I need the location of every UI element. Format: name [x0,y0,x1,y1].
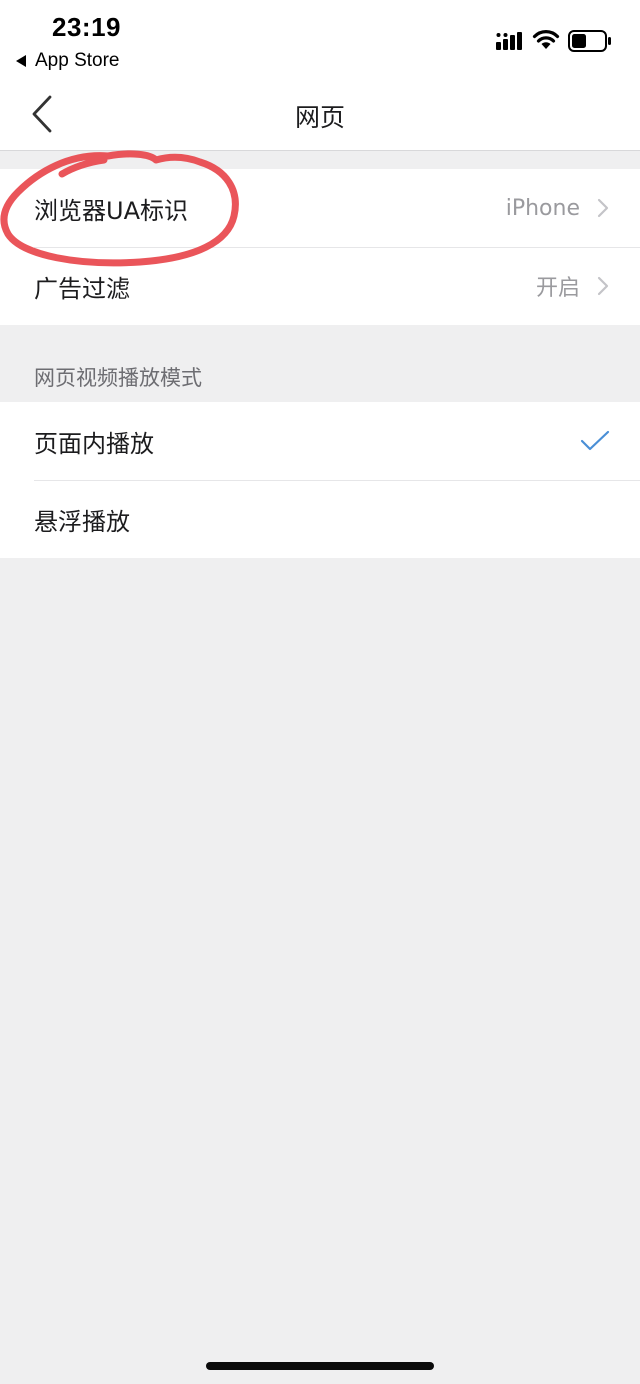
chevron-right-icon [597,198,609,218]
wifi-icon [532,30,560,49]
video-mode-section-header: 网页视频播放模式 [34,366,202,390]
back-to-app-link[interactable]: App Store [16,50,120,72]
video-mode-option-label: 悬浮播放 [34,507,130,536]
ua-setting-value: iPhone [505,195,580,221]
back-triangle-icon [16,55,26,67]
video-mode-option-floating[interactable]: 悬浮播放 [0,480,640,558]
settings-group: 浏览器UA标识 iPhone 广告过滤 开启 [0,169,640,325]
battery-icon [568,30,611,52]
checkmark-icon [580,430,610,451]
back-to-app-label: App Store [35,50,120,71]
status-bar: 23:19 App Store [0,0,640,82]
video-mode-group: 页面内播放 悬浮播放 [0,402,640,558]
adblock-setting-label: 广告过滤 [34,274,130,303]
signal-icon [496,32,522,50]
video-mode-option-label: 页面内播放 [34,429,154,458]
status-time: 23:19 [52,12,121,42]
video-mode-option-inline[interactable]: 页面内播放 [0,402,640,480]
ua-setting-label: 浏览器UA标识 [34,196,188,225]
page-title: 网页 [294,103,345,132]
chevron-right-icon [597,276,609,296]
navigation-bar: 网页 [0,82,640,151]
adblock-setting-row[interactable]: 广告过滤 开启 [0,247,640,325]
home-indicator [206,1362,434,1370]
ua-setting-row[interactable]: 浏览器UA标识 iPhone [0,169,640,247]
adblock-setting-value: 开启 [535,276,580,301]
